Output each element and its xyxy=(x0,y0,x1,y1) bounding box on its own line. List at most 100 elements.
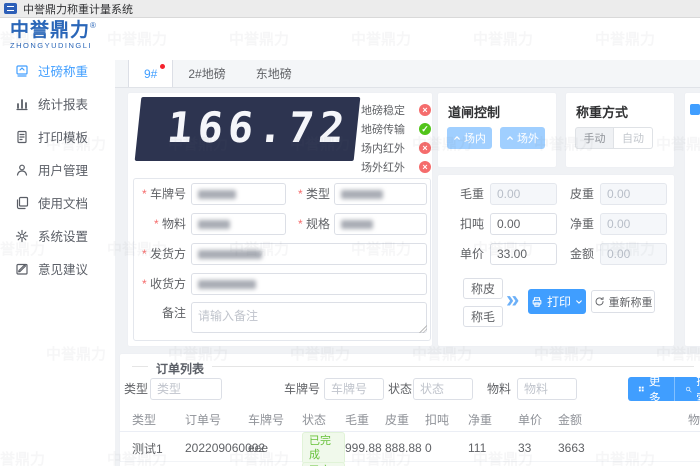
col-amount: 金额 xyxy=(558,411,688,428)
filter-status-input[interactable] xyxy=(413,378,473,400)
tab-scale-2[interactable]: 2#地磅 xyxy=(173,60,240,87)
filter-vehicle-input[interactable] xyxy=(324,378,384,400)
sidebar-item-users[interactable]: 用户管理 xyxy=(0,153,115,186)
filter-status-label: 状态 xyxy=(388,378,412,400)
col-deduct: 扣吨 xyxy=(425,411,468,428)
amount-input xyxy=(600,243,667,265)
user-icon xyxy=(15,163,29,177)
sidebar-item-reports[interactable]: 统计报表 xyxy=(0,87,115,120)
gate-control-title: 道闸控制 xyxy=(448,102,556,121)
document-icon xyxy=(15,130,29,144)
status-ok-icon xyxy=(419,123,431,135)
status-error-icon xyxy=(419,142,431,154)
mode-auto-button[interactable]: 自动 xyxy=(614,127,653,149)
filter-type-label: 类型 xyxy=(124,378,148,400)
price-label: 单价 xyxy=(450,243,484,265)
col-price: 单价 xyxy=(518,411,558,428)
deduct-label: 扣吨 xyxy=(450,213,484,235)
tab-scale-9[interactable]: 9# xyxy=(128,60,173,87)
table-header-row: 类型 订单号 车牌号 状态 毛重 皮重 扣吨 净重 单价 金额 物料 xyxy=(119,407,700,432)
mode-toggle: 手动 自动 xyxy=(575,127,653,149)
table-row[interactable]: 测试1 202209060001 eee 已完成 999.88 888.88 0… xyxy=(119,462,700,466)
sidebar-item-feedback[interactable]: 意见建议 xyxy=(0,252,115,285)
more-button[interactable]: 更多 xyxy=(628,377,674,401)
deduct-input[interactable] xyxy=(490,213,557,235)
scale-tabbar: 9# 2#地磅 东地磅 xyxy=(115,60,700,88)
gate-inside-button[interactable]: 场内 xyxy=(447,127,492,149)
filter-vehicle-label: 车牌号 xyxy=(284,378,320,400)
blurred-value xyxy=(198,220,230,229)
cell-deduct: 0 xyxy=(425,441,468,455)
net-input xyxy=(600,213,667,235)
tab-label: 东地磅 xyxy=(256,65,292,82)
weigh-gross-button[interactable]: 称毛 xyxy=(463,306,503,327)
print-button[interactable]: 打印 xyxy=(528,289,586,314)
mode-manual-button[interactable]: 手动 xyxy=(575,127,614,149)
refresh-icon xyxy=(594,296,605,307)
receiver-input[interactable] xyxy=(191,273,427,295)
search-label: 搜索 xyxy=(696,372,700,406)
status-row: 场内红外 xyxy=(361,138,431,157)
status-row: 地磅传输 xyxy=(361,119,431,138)
col-tare: 皮重 xyxy=(385,411,425,428)
cell-type: 测试1 xyxy=(132,440,185,457)
divider xyxy=(132,366,148,367)
search-button[interactable]: 搜索 xyxy=(675,377,700,401)
remark-textarea[interactable] xyxy=(191,302,427,333)
price-input[interactable] xyxy=(490,243,557,265)
status-row: 地磅稳定 xyxy=(361,100,431,119)
material-input[interactable] xyxy=(191,213,286,235)
weigh-mode-title: 称重方式 xyxy=(576,102,674,121)
filter-actions: 更多 搜索 xyxy=(628,377,700,401)
sidebar-item-docs[interactable]: 使用文档 xyxy=(0,186,115,219)
search-icon xyxy=(685,384,692,395)
weigh-tare-button[interactable]: 称皮 xyxy=(463,278,503,299)
scale-icon xyxy=(15,64,29,78)
spec-input[interactable] xyxy=(334,213,427,235)
blurred-value xyxy=(341,190,383,199)
gate-inside-label: 场内 xyxy=(464,130,486,146)
type-input[interactable] xyxy=(334,183,427,205)
blurred-value xyxy=(198,250,262,259)
status-label: 场外红外 xyxy=(361,159,405,175)
sidebar: 过磅称重 统计报表 打印模板 用户管理 使用文档 系统设置 xyxy=(0,60,115,466)
tare-label: 皮重 xyxy=(560,183,594,205)
col-order-no: 订单号 xyxy=(185,411,248,428)
table-row[interactable]: 测试1 202209060002 eee 已完成 999.88 888.88 0… xyxy=(119,432,700,462)
sidebar-item-print-templates[interactable]: 打印模板 xyxy=(0,120,115,153)
filter-type-input[interactable] xyxy=(150,378,222,400)
sidebar-item-label: 过磅称重 xyxy=(38,61,88,80)
sidebar-item-label: 系统设置 xyxy=(38,226,88,245)
vehicle-no-input[interactable] xyxy=(191,183,286,205)
cell-price: 33 xyxy=(518,441,558,455)
tare-input xyxy=(600,183,667,205)
sidebar-item-weighing[interactable]: 过磅称重 xyxy=(0,54,115,87)
col-gross: 毛重 xyxy=(345,411,385,428)
cell-vehicle: eee xyxy=(248,441,302,455)
sender-input[interactable] xyxy=(191,243,427,265)
camera-panel-partial xyxy=(684,92,700,347)
tab-label: 2#地磅 xyxy=(188,65,225,82)
reweigh-button[interactable]: 重新称重 xyxy=(591,290,655,313)
cell-order-no: 202209060002 xyxy=(185,441,248,455)
filter-material-input[interactable] xyxy=(517,378,577,400)
resize-handle[interactable] xyxy=(419,325,427,333)
status-error-icon xyxy=(419,161,431,173)
col-vehicle: 车牌号 xyxy=(248,411,302,428)
brand-subtitle: ZHONGYUDINGLI xyxy=(10,41,96,50)
gate-outside-button[interactable]: 场外 xyxy=(500,127,545,149)
gross-input xyxy=(490,183,557,205)
gross-label: 毛重 xyxy=(450,183,484,205)
sidebar-item-settings[interactable]: 系统设置 xyxy=(0,219,115,252)
cell-net: 111 xyxy=(468,441,518,455)
chevron-up-icon xyxy=(506,134,514,142)
feedback-edit-icon xyxy=(15,262,29,276)
printer-icon xyxy=(531,296,543,308)
tab-scale-east[interactable]: 东地磅 xyxy=(241,60,307,87)
col-material: 物料 xyxy=(688,411,700,428)
app-window: 中誉鼎力称重计量系统 中誉鼎力® ZHONGYUDINGLI 过磅称重 统计报表… xyxy=(0,0,700,466)
material-label: 物料 xyxy=(126,213,186,235)
orders-title: 订单列表 xyxy=(156,360,204,377)
tab-label: 9# xyxy=(144,67,157,81)
status-label: 地磅传输 xyxy=(361,121,405,137)
